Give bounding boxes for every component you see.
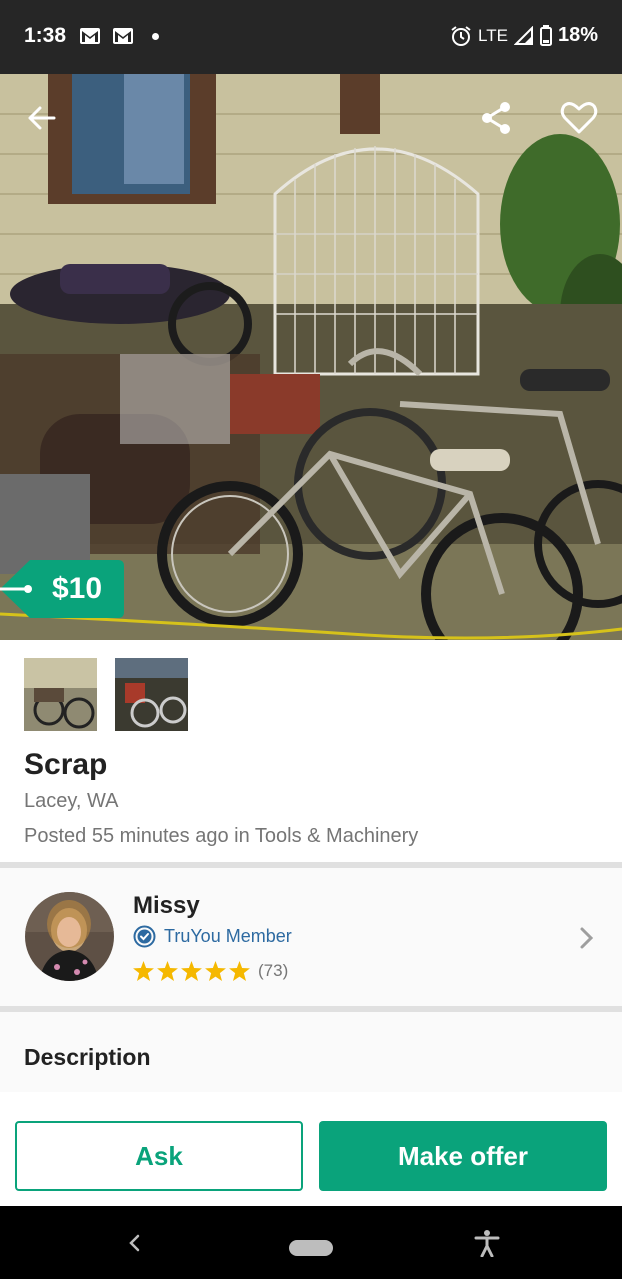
status-bar: 1:38 LTE 18% <box>0 0 622 74</box>
ask-button[interactable]: Ask <box>15 1121 303 1191</box>
accessibility-icon[interactable] <box>474 1229 500 1257</box>
thumbnail-2[interactable] <box>115 658 188 731</box>
star-icon <box>157 961 178 981</box>
status-right: LTE 18% <box>450 24 598 47</box>
favorite-heart-icon[interactable] <box>559 98 599 138</box>
rating-count: (73) <box>258 961 289 980</box>
listing-location: Lacey, WA <box>24 790 119 812</box>
star-icon <box>229 961 250 981</box>
star-icon <box>205 961 226 981</box>
seller-card[interactable]: Missy TruYou Member (73) <box>0 868 622 1006</box>
posted-time: Posted 55 minutes ago in <box>24 825 255 847</box>
price-label: $10 <box>52 572 103 605</box>
seller-rating: (73) <box>133 961 288 981</box>
star-icon <box>181 961 202 981</box>
seller-name: Missy <box>133 892 200 919</box>
gmail-icon <box>80 28 100 44</box>
description-section: Description <box>0 1012 622 1092</box>
truyou-badge: TruYou Member <box>133 925 292 948</box>
share-icon[interactable] <box>476 98 516 138</box>
action-bar: Ask Make offer <box>0 1092 622 1206</box>
listing-photo-scene <box>0 74 622 640</box>
photo-thumbnails <box>24 658 188 731</box>
battery-level: 18% <box>557 24 598 46</box>
verified-check-icon <box>133 925 156 948</box>
network-type: LTE <box>478 25 508 45</box>
notification-dot <box>152 33 159 40</box>
chevron-right-icon[interactable] <box>578 926 596 950</box>
listing-title: Scrap <box>24 748 108 781</box>
battery-icon <box>539 25 552 46</box>
listing-photo[interactable]: $10 <box>0 74 622 640</box>
make-offer-button[interactable]: Make offer <box>319 1121 607 1191</box>
category-link[interactable]: Tools & Machinery <box>255 825 418 847</box>
truyou-label: TruYou Member <box>164 926 292 946</box>
alarm-icon <box>451 25 471 46</box>
nav-home-pill[interactable] <box>289 1240 333 1256</box>
gmail-icon <box>113 28 133 44</box>
nav-back-icon[interactable] <box>124 1230 146 1256</box>
seller-avatar <box>25 892 114 981</box>
system-nav-bar <box>0 1206 622 1279</box>
thumbnail-1[interactable] <box>24 658 97 731</box>
signal-icon <box>513 25 533 45</box>
price-tag: $10 <box>0 560 124 618</box>
posted-info: Posted 55 minutes ago in Tools & Machine… <box>24 825 418 848</box>
status-time: 1:38 <box>24 24 67 47</box>
star-icon <box>133 961 154 981</box>
description-heading: Description <box>24 1044 151 1070</box>
back-arrow-icon[interactable] <box>22 98 62 138</box>
